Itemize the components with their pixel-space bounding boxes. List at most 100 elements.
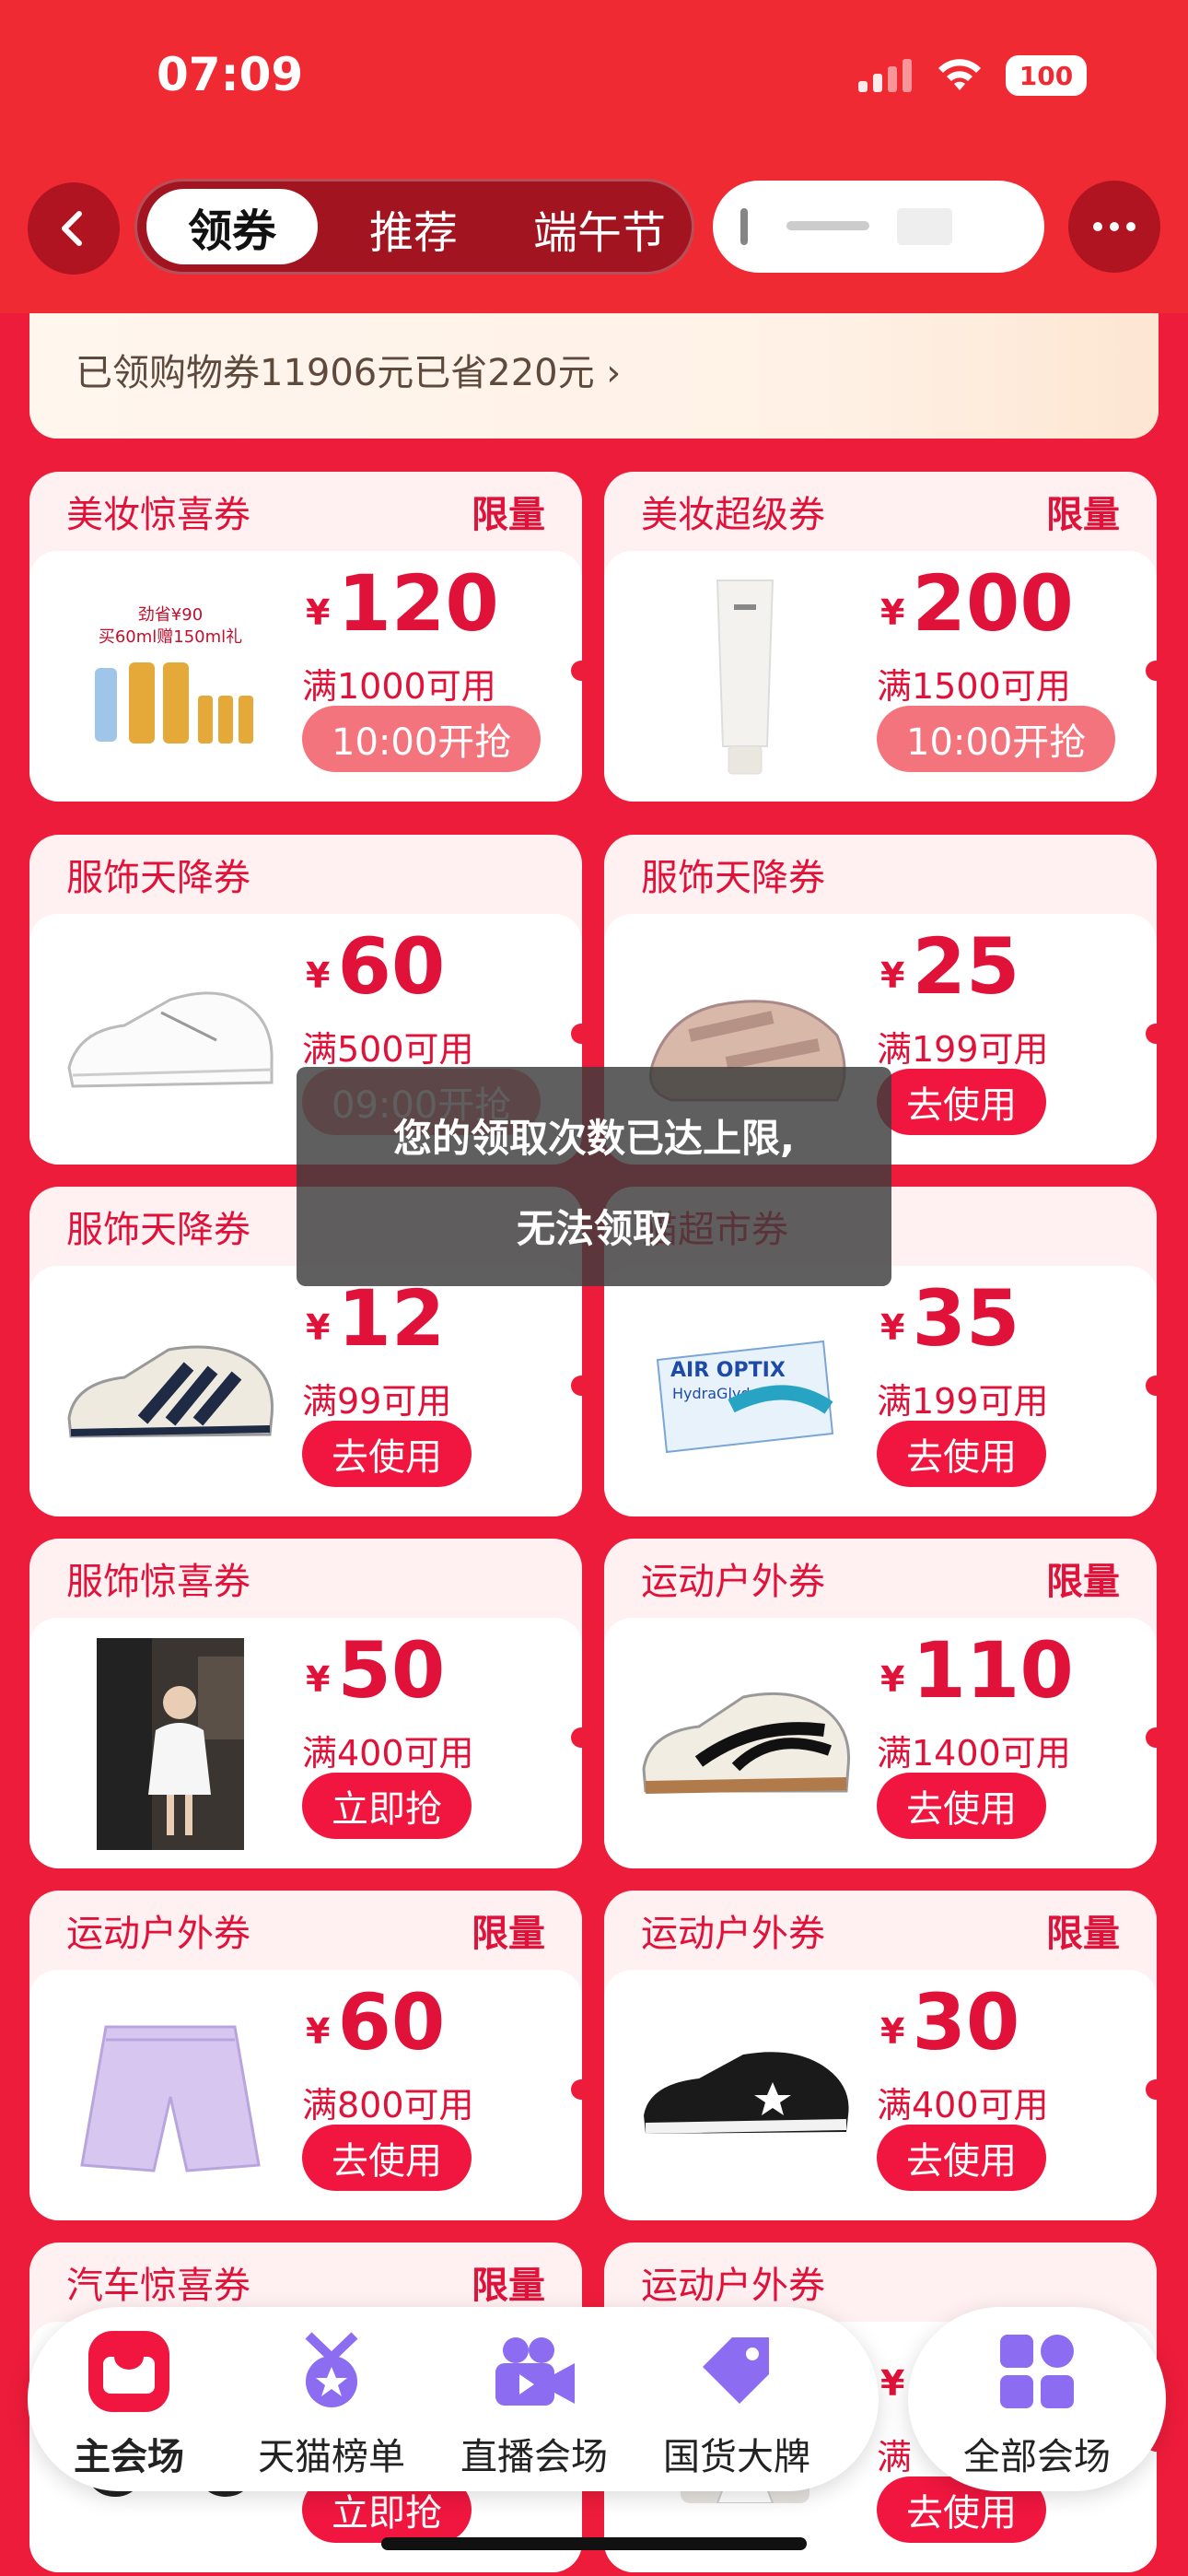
coupon-amount: 25 — [912, 921, 1020, 1012]
coupon-title: 汽车惊喜券 — [66, 2265, 250, 2307]
redacted-text — [897, 208, 952, 245]
coupon-amount: 60 — [337, 1977, 446, 2067]
more-button[interactable] — [1068, 181, 1160, 273]
coupon-price: ¥30 — [880, 1977, 1019, 2067]
tab-main-venue[interactable]: 主会场 — [28, 2307, 230, 2491]
tab-tmall-rank[interactable]: 天猫榜单 — [230, 2307, 433, 2491]
tab-label: 全部会场 — [963, 2436, 1111, 2478]
coupon-price: ¥110 — [880, 1625, 1074, 1715]
coupon-action-button[interactable]: 去使用 — [302, 1421, 472, 1487]
home-indicator — [381, 2537, 807, 2550]
status-bar: 07:09 100 — [0, 0, 1188, 166]
tab-dragon-boat[interactable]: 端午节 — [533, 196, 666, 261]
currency-symbol: ¥ — [306, 1307, 331, 1348]
coupon-action-button[interactable]: 去使用 — [877, 2125, 1046, 2191]
coupon-card[interactable]: 美妆惊喜券 限量劲省¥90 买60ml赠150ml礼 ¥120 满1000可用 10:00… — [29, 472, 582, 802]
limited-badge: 限量 — [1046, 1913, 1120, 1955]
coupon-title: 运动户外券 — [641, 1561, 825, 1603]
coupon-body: ¥200 满1500可用 10:00开抢 — [604, 551, 1157, 802]
status-time: 07:09 — [157, 48, 304, 101]
coupon-amount: 200 — [912, 558, 1074, 649]
limited-badge: 限量 — [1046, 1561, 1120, 1603]
coupon-body: ¥30 满400可用 去使用 — [604, 1970, 1157, 2220]
coupon-price: ¥60 — [306, 921, 445, 1012]
coupon-action-button[interactable]: 去使用 — [302, 2125, 472, 2191]
coupon-price: ¥35 — [880, 1273, 1019, 1364]
coupon-action-button[interactable]: 10:00开抢 — [877, 706, 1116, 772]
currency-symbol: ¥ — [880, 592, 905, 633]
tag-icon — [691, 2325, 783, 2418]
coupon-condition: 满1000可用 — [302, 666, 496, 707]
limited-badge: 限量 — [472, 1913, 545, 1955]
product-image — [55, 934, 285, 1146]
coupon-condition: 满500可用 — [302, 1029, 474, 1070]
coupon-amount: 120 — [337, 558, 499, 649]
tab-live-venue[interactable]: 直播会场 — [433, 2307, 635, 2491]
product-image — [55, 1638, 285, 1850]
medal-icon — [285, 2325, 378, 2418]
coupon-action-button[interactable]: 去使用 — [877, 1069, 1046, 1135]
tab-label: 国货大牌 — [663, 2436, 810, 2478]
coupon-action-button[interactable]: 10:00开抢 — [302, 706, 542, 772]
category-tabs: 领券 推荐 端午节 — [134, 179, 694, 275]
wifi-icon — [938, 59, 981, 90]
limited-badge: 限量 — [472, 494, 545, 536]
tab-coupons[interactable]: 领券 — [146, 189, 318, 264]
coupon-card[interactable]: 运动户外券 限量 ¥110 满1400可用 去使用 — [604, 1539, 1157, 1868]
coupon-body: ¥110 满1400可用 去使用 — [604, 1618, 1157, 1868]
coupon-price: ¥200 — [880, 558, 1074, 649]
currency-symbol: ¥ — [306, 592, 331, 633]
coupon-amount: 30 — [912, 1977, 1020, 2067]
coupon-title: 运动户外券 — [641, 1913, 825, 1955]
bottom-tab-bar: 主会场 天猫榜单 直播会场 国货大牌 — [28, 2307, 879, 2491]
coupon-price: ¥50 — [306, 1625, 445, 1715]
coupon-action-button[interactable]: 立即抢 — [302, 1773, 472, 1839]
tab-domestic-brands[interactable]: 国货大牌 — [635, 2307, 838, 2491]
currency-symbol: ¥ — [880, 2363, 905, 2404]
coupon-title: 服饰天降券 — [66, 1209, 250, 1251]
coupon-title: 运动户外券 — [641, 2265, 825, 2307]
coupon-title: 服饰天降券 — [641, 857, 825, 899]
coupon-body: 劲省¥90 买60ml赠150ml礼 ¥120 满1000可用 10:00开抢 — [29, 551, 582, 802]
coupon-card[interactable]: 运动户外券 限量 ¥60 满800可用 去使用 — [29, 1891, 582, 2220]
coupon-price: ¥60 — [306, 1977, 445, 2067]
product-image — [55, 1990, 285, 2202]
thumb-caption-2: 买60ml赠150ml礼 — [99, 627, 242, 647]
search-input[interactable] — [713, 181, 1044, 273]
tab-recommend[interactable]: 推荐 — [369, 196, 458, 261]
thumb-caption-1: 劲省¥90 — [138, 605, 203, 625]
coupon-condition: 满 — [877, 2437, 913, 2477]
coupon-title: 运动户外券 — [66, 1913, 250, 1955]
cellular-signal-icon — [858, 59, 914, 92]
coupon-title: 美妆惊喜券 — [66, 494, 250, 536]
limited-badge: 限量 — [1046, 494, 1120, 536]
coupon-card[interactable]: 美妆超级券 限量 ¥200 满1500可用 10:00开抢 — [604, 472, 1157, 802]
coupon-card[interactable]: 运动户外券 限量 ¥30 满400可用 去使用 — [604, 1891, 1157, 2220]
coupon-action-button[interactable]: 去使用 — [877, 1773, 1046, 1839]
coupon-action-button[interactable]: 去使用 — [877, 1421, 1046, 1487]
currency-symbol: ¥ — [306, 955, 331, 996]
coupon-amount: 50 — [337, 1625, 446, 1715]
coupon-card[interactable]: 服饰惊喜券 ¥50 满400可用 立即抢 — [29, 1539, 582, 1868]
redacted-text — [786, 221, 869, 230]
thumb-caption-1: AIR OPTIX — [670, 1359, 786, 1382]
tab-all-venues[interactable]: 全部会场 — [908, 2307, 1166, 2491]
product-image — [630, 571, 860, 783]
coupon-amount: 60 — [337, 921, 446, 1012]
back-button[interactable] — [28, 182, 120, 275]
coupon-body: AIR OPTIX HydraGlyde ¥35 满199可用 去使用 — [604, 1266, 1157, 1516]
tab-label: 天猫榜单 — [258, 2436, 405, 2478]
coupon-amount: 12 — [337, 1273, 446, 1364]
savings-banner[interactable]: 已领购物券11906元已省220元 › — [29, 313, 1159, 439]
coupon-condition: 满99可用 — [302, 1381, 452, 1422]
product-image — [630, 1638, 860, 1850]
text-cursor — [740, 208, 748, 245]
currency-symbol: ¥ — [306, 2011, 331, 2052]
product-image: AIR OPTIX HydraGlyde — [630, 1286, 860, 1498]
chevron-left-icon — [62, 211, 82, 246]
coupon-condition: 满1400可用 — [877, 1733, 1071, 1774]
currency-symbol: ¥ — [880, 1659, 905, 1700]
toast-message: 您的领取次数已达上限, 无法领取 — [297, 1067, 891, 1286]
coupon-body: ¥60 满800可用 去使用 — [29, 1970, 582, 2220]
coupon-price: ¥25 — [880, 921, 1019, 1012]
